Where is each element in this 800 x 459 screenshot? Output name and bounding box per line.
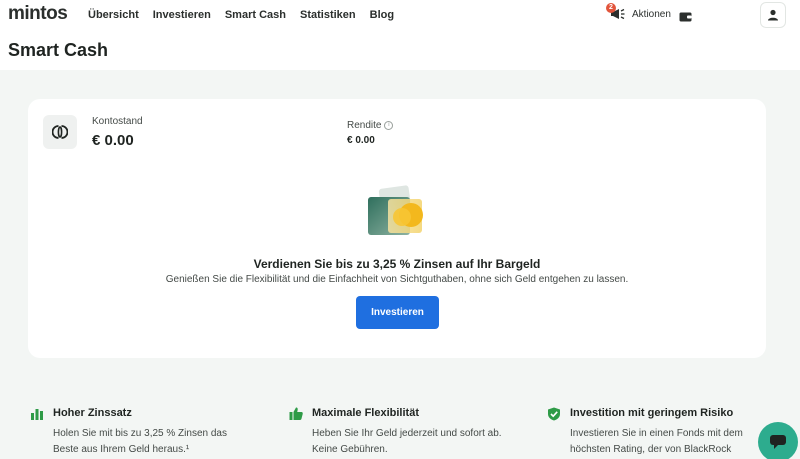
user-menu-button[interactable] — [760, 2, 786, 28]
promo-subline: Genießen Sie die Flexibilität und die Ei… — [165, 274, 629, 285]
cash-illustration — [366, 185, 426, 239]
main-nav: Übersicht Investieren Smart Cash Statist… — [88, 9, 394, 21]
wallet-icon[interactable] — [679, 9, 692, 27]
page-title: Smart Cash — [8, 40, 109, 60]
kontostand-label: Kontostand — [92, 116, 143, 127]
feature-title: Hoher Zinssatz — [53, 407, 132, 419]
mintos-logo[interactable]: mintos — [8, 4, 68, 24]
user-icon — [768, 9, 778, 21]
nav-item-smart-cash[interactable]: Smart Cash — [225, 9, 286, 21]
feature-description: Investieren Sie in einen Fonds mit dem h… — [570, 428, 743, 455]
smart-cash-card: Kontostand € 0.00 Rendite i € 0.00 Verdi… — [28, 99, 766, 358]
info-icon[interactable]: i — [384, 121, 394, 130]
kontostand-value: € 0.00 — [92, 132, 134, 149]
chat-icon — [770, 435, 786, 449]
shield-check-icon — [547, 407, 561, 421]
feature-description: Heben Sie Ihr Geld jederzeit und sofort … — [312, 428, 502, 455]
nav-item-blog[interactable]: Blog — [370, 9, 394, 21]
top-navigation: mintos Übersicht Investieren Smart Cash … — [0, 0, 800, 30]
aktionen-label: Aktionen — [632, 8, 671, 20]
nav-item-uebersicht[interactable]: Übersicht — [88, 9, 139, 21]
chat-button[interactable] — [758, 422, 798, 459]
notification-badge: 2 — [606, 3, 616, 13]
feature-title: Maximale Flexibilität — [312, 407, 419, 419]
nav-item-investieren[interactable]: Investieren — [153, 9, 211, 21]
megaphone-icon: 2 — [606, 3, 626, 21]
aktionen-button[interactable]: 2 Aktionen — [606, 3, 671, 21]
bar-chart-icon — [30, 407, 44, 420]
nav-item-statistiken[interactable]: Statistiken — [300, 9, 356, 21]
page-header: Smart Cash — [0, 30, 800, 70]
rendite-label: Rendite i — [347, 120, 394, 131]
rendite-label-text: Rendite — [347, 120, 382, 131]
feature-description: Holen Sie mit bis zu 3,25 % Zinsen das B… — [53, 428, 227, 455]
promo-headline: Verdienen Sie bis zu 3,25 % Zinsen auf I… — [253, 257, 541, 271]
investieren-button[interactable]: Investieren — [356, 296, 439, 329]
thumbs-up-icon — [289, 407, 303, 420]
smart-cash-icon — [43, 115, 77, 149]
feature-title: Investition mit geringem Risiko — [570, 407, 734, 419]
rendite-value: € 0.00 — [347, 135, 375, 146]
